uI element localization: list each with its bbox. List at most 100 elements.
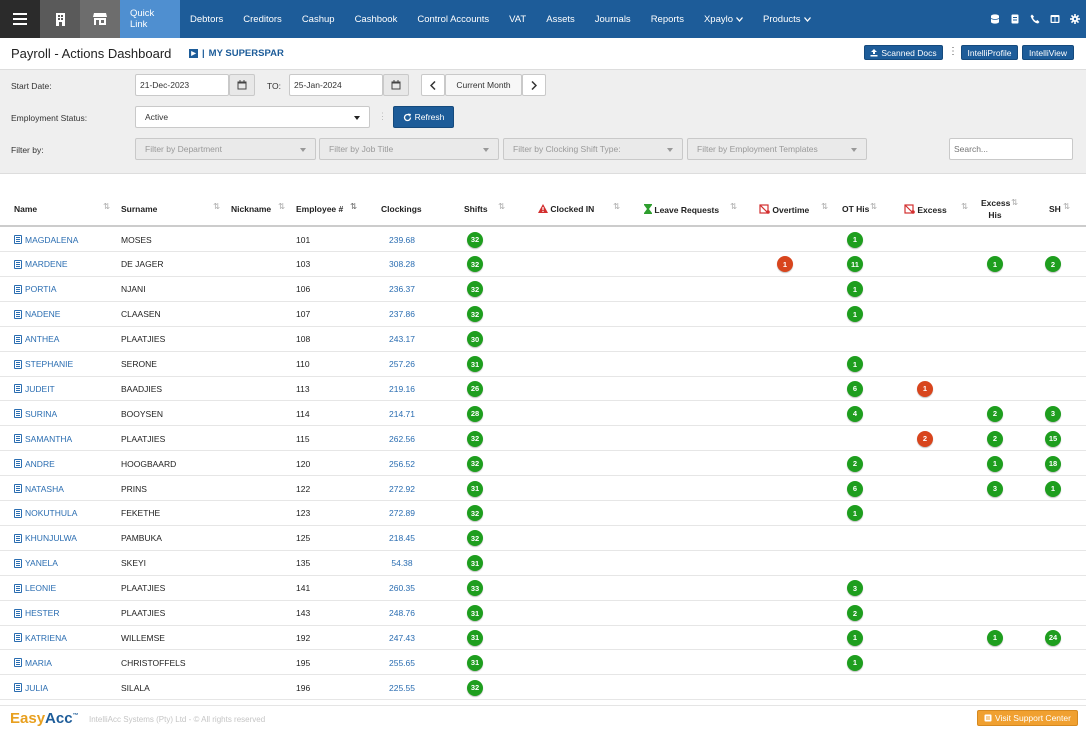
employee-name-link[interactable]: SAMANTHA — [14, 426, 114, 451]
ot-his-badge[interactable]: 1 — [847, 281, 863, 298]
nav-cashbook[interactable]: Cashbook — [345, 0, 408, 38]
col-clockings[interactable]: Clockings — [381, 204, 422, 214]
nav-vat[interactable]: VAT — [499, 0, 536, 38]
ot-his-badge[interactable]: 6 — [847, 380, 863, 397]
shift-type-filter-select[interactable]: Filter by Clocking Shift Type: — [503, 138, 683, 160]
shifts-badge[interactable]: 31 — [467, 605, 483, 621]
ot-his-badge[interactable]: 3 — [847, 580, 863, 597]
company-link[interactable]: ▶ | MY SUPERSPAR — [189, 48, 284, 59]
employee-name-link[interactable]: ANDRE — [14, 451, 114, 476]
current-month-button[interactable]: Current Month — [445, 74, 522, 96]
shifts-badge[interactable]: 33 — [467, 580, 483, 597]
nav-debtors[interactable]: Debtors — [180, 0, 233, 38]
nav-control-accounts[interactable]: Control Accounts — [407, 0, 499, 38]
database-icon[interactable] — [990, 14, 1000, 24]
clockings-link[interactable]: 262.56 — [381, 426, 423, 451]
employee-name-link[interactable]: NATASHA — [14, 476, 114, 501]
end-date-input[interactable]: 25-Jan-2024 — [289, 74, 383, 96]
sh-badge[interactable]: 15 — [1045, 430, 1061, 447]
end-calendar-button[interactable] — [383, 74, 409, 96]
excess-his-badge[interactable]: 2 — [987, 430, 1003, 447]
col-sh[interactable]: SH ⇅ — [1049, 201, 1070, 214]
shifts-badge[interactable]: 32 — [467, 231, 483, 248]
nav-reports[interactable]: Reports — [641, 0, 694, 38]
employee-name-link[interactable]: KHUNJULWA — [14, 526, 114, 551]
excess-badge[interactable]: 2 — [917, 430, 933, 447]
clockings-link[interactable]: 218.45 — [381, 526, 423, 551]
excess-his-badge[interactable]: 3 — [987, 480, 1003, 497]
gear-icon[interactable] — [1070, 14, 1080, 24]
clockings-link[interactable]: 272.89 — [381, 501, 423, 526]
shifts-badge[interactable]: 32 — [467, 530, 483, 547]
col-excess-his[interactable]: Excess His ⇅ — [981, 197, 1018, 221]
department-filter-select[interactable]: Filter by Department — [135, 138, 316, 160]
clockings-link[interactable]: 260.35 — [381, 576, 423, 601]
employee-name-link[interactable]: MAGDALENA — [14, 227, 114, 252]
employee-name-link[interactable]: HESTER — [14, 601, 114, 626]
sh-badge[interactable]: 18 — [1045, 455, 1061, 472]
sh-badge[interactable]: 24 — [1045, 629, 1061, 646]
visit-support-button[interactable]: Visit Support Center — [977, 710, 1078, 726]
employment-templates-filter-select[interactable]: Filter by Employment Templates — [687, 138, 867, 160]
shifts-badge[interactable]: 32 — [467, 679, 483, 696]
employee-name-link[interactable]: PORTIA — [14, 277, 114, 302]
employment-status-select[interactable]: Active — [135, 106, 370, 128]
employee-name-link[interactable]: JUDEIT — [14, 376, 114, 401]
ot-his-badge[interactable]: 11 — [847, 256, 863, 273]
sh-badge[interactable]: 1 — [1045, 480, 1061, 497]
ot-his-badge[interactable]: 4 — [847, 405, 863, 422]
col-clocked-in[interactable]: Clocked IN ⇅ — [538, 201, 620, 214]
shifts-badge[interactable]: 26 — [467, 380, 483, 397]
start-date-input[interactable]: 21-Dec-2023 — [135, 74, 229, 96]
clockings-link[interactable]: 239.68 — [381, 227, 423, 252]
scanned-docs-button[interactable]: Scanned Docs — [864, 45, 943, 60]
employee-name-link[interactable]: SURINA — [14, 401, 114, 426]
ot-his-badge[interactable]: 2 — [847, 455, 863, 472]
sh-badge[interactable]: 3 — [1045, 405, 1061, 422]
clockings-link[interactable]: 214.71 — [381, 401, 423, 426]
clockings-link[interactable]: 225.55 — [381, 675, 423, 700]
col-surname[interactable]: Surname ⇅ — [121, 201, 220, 214]
prev-period-button[interactable] — [421, 74, 445, 96]
job-title-filter-select[interactable]: Filter by Job Title — [319, 138, 499, 160]
shifts-badge[interactable]: 31 — [467, 629, 483, 646]
nav-assets[interactable]: Assets — [536, 0, 585, 38]
shifts-badge[interactable]: 31 — [467, 555, 483, 572]
col-name[interactable]: Name ⇅ — [14, 201, 110, 214]
clockings-link[interactable]: 255.65 — [381, 650, 423, 675]
nav-journals[interactable]: Journals — [585, 0, 641, 38]
clockings-link[interactable]: 54.38 — [381, 551, 423, 576]
shifts-badge[interactable]: 32 — [467, 281, 483, 298]
ot-his-badge[interactable]: 1 — [847, 231, 863, 248]
clockings-link[interactable]: 256.52 — [381, 451, 423, 476]
hamburger-menu-button[interactable] — [0, 0, 40, 38]
clockings-link[interactable]: 257.26 — [381, 352, 423, 377]
building-button[interactable] — [40, 0, 80, 38]
shifts-badge[interactable]: 32 — [467, 505, 483, 522]
col-ot-his[interactable]: OT His ⇅ — [842, 201, 877, 214]
phone-icon[interactable] — [1030, 14, 1040, 24]
document-icon[interactable] — [1010, 14, 1020, 24]
employee-name-link[interactable]: MARIA — [14, 650, 114, 675]
excess-badge[interactable]: 1 — [917, 380, 933, 397]
nav-creditors[interactable]: Creditors — [233, 0, 292, 38]
employee-name-link[interactable]: NOKUTHULA — [14, 501, 114, 526]
clockings-link[interactable]: 237.86 — [381, 302, 423, 327]
employee-name-link[interactable]: KATRIENA — [14, 625, 114, 650]
excess-his-badge[interactable]: 1 — [987, 629, 1003, 646]
excess-his-badge[interactable]: 1 — [987, 455, 1003, 472]
sh-badge[interactable]: 2 — [1045, 256, 1061, 273]
excess-his-badge[interactable]: 2 — [987, 405, 1003, 422]
ot-his-badge[interactable]: 1 — [847, 654, 863, 671]
search-input[interactable] — [949, 138, 1073, 160]
store-button[interactable] — [80, 0, 120, 38]
shifts-badge[interactable]: 32 — [467, 306, 483, 323]
employee-name-link[interactable]: LEONIE — [14, 576, 114, 601]
shifts-badge[interactable]: 31 — [467, 654, 483, 671]
shifts-badge[interactable]: 28 — [467, 405, 483, 422]
employee-name-link[interactable]: NADENE — [14, 302, 114, 327]
ot-his-badge[interactable]: 1 — [847, 356, 863, 372]
intelliview-button[interactable]: IntelliView — [1022, 45, 1074, 60]
col-shifts[interactable]: Shifts ⇅ — [464, 201, 505, 214]
col-overtime[interactable]: Overtime ⇅ — [759, 201, 828, 215]
